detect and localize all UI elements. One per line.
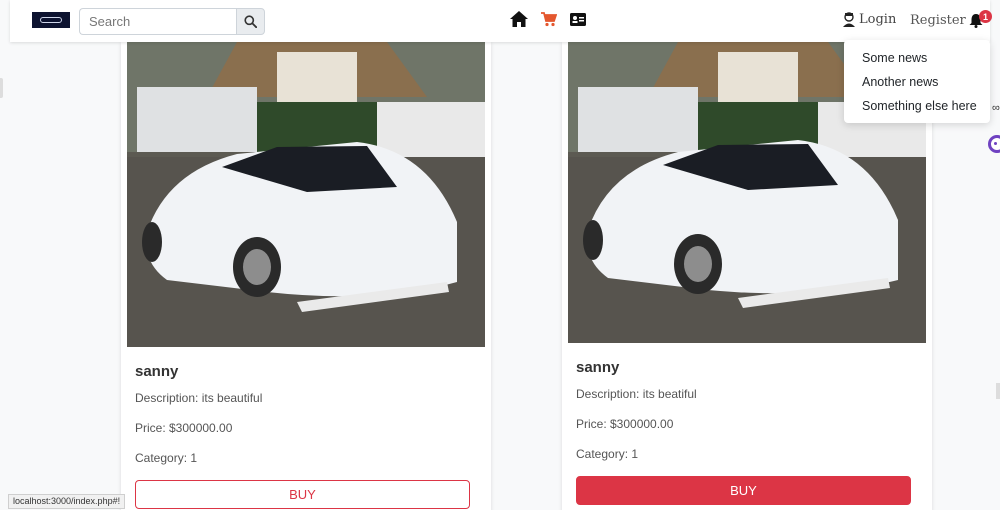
search-button[interactable] bbox=[236, 8, 265, 35]
product-description: Description: its beautiful bbox=[135, 391, 263, 405]
notification-badge: 1 bbox=[979, 10, 992, 23]
search-icon bbox=[244, 15, 257, 28]
cart-icon bbox=[541, 11, 557, 26]
dropdown-item-some-news[interactable]: Some news bbox=[844, 50, 990, 74]
buy-button[interactable]: BUY bbox=[576, 476, 911, 505]
product-description: Description: its beatiful bbox=[576, 387, 697, 401]
product-category: Category: 1 bbox=[576, 447, 639, 461]
left-edge-tab[interactable] bbox=[0, 78, 3, 98]
product-image bbox=[127, 42, 485, 347]
product-price: Price: $300000.00 bbox=[576, 417, 674, 431]
notifications-dropdown: Some news Another news Something else he… bbox=[844, 40, 990, 123]
right-edge-tab[interactable] bbox=[996, 383, 1000, 399]
browser-status-bar: localhost:3000/index.php#! bbox=[8, 494, 126, 509]
cart-link[interactable] bbox=[541, 11, 557, 27]
register-link[interactable]: Register bbox=[910, 13, 966, 28]
dropdown-item-something-else[interactable]: Something else here bbox=[844, 98, 990, 122]
search-form bbox=[79, 8, 265, 35]
profile-card-link[interactable] bbox=[570, 12, 586, 26]
home-icon bbox=[510, 11, 528, 27]
id-card-icon bbox=[570, 12, 586, 26]
dropdown-item-another-news[interactable]: Another news bbox=[844, 74, 990, 98]
product-price: Price: $300000.00 bbox=[135, 421, 233, 435]
login-label: Login bbox=[859, 12, 897, 27]
search-input[interactable] bbox=[79, 8, 236, 35]
buy-button[interactable]: BUY bbox=[135, 480, 470, 509]
brand-logo[interactable] bbox=[32, 12, 70, 28]
assistant-widget-icon[interactable] bbox=[988, 135, 1000, 153]
product-category: Category: 1 bbox=[135, 451, 198, 465]
side-link-icon[interactable]: ∞ bbox=[992, 102, 1000, 114]
product-name: sanny bbox=[135, 363, 179, 380]
login-link[interactable]: Login bbox=[842, 12, 896, 27]
product-card: sanny Description: its beautiful Price: … bbox=[121, 42, 491, 510]
user-avatar-icon bbox=[843, 12, 855, 27]
home-link[interactable] bbox=[510, 11, 528, 27]
navbar: Login Register 1 bbox=[10, 0, 992, 42]
product-name: sanny bbox=[576, 359, 620, 376]
logo-mark bbox=[40, 17, 62, 23]
nav-icons bbox=[510, 11, 586, 27]
